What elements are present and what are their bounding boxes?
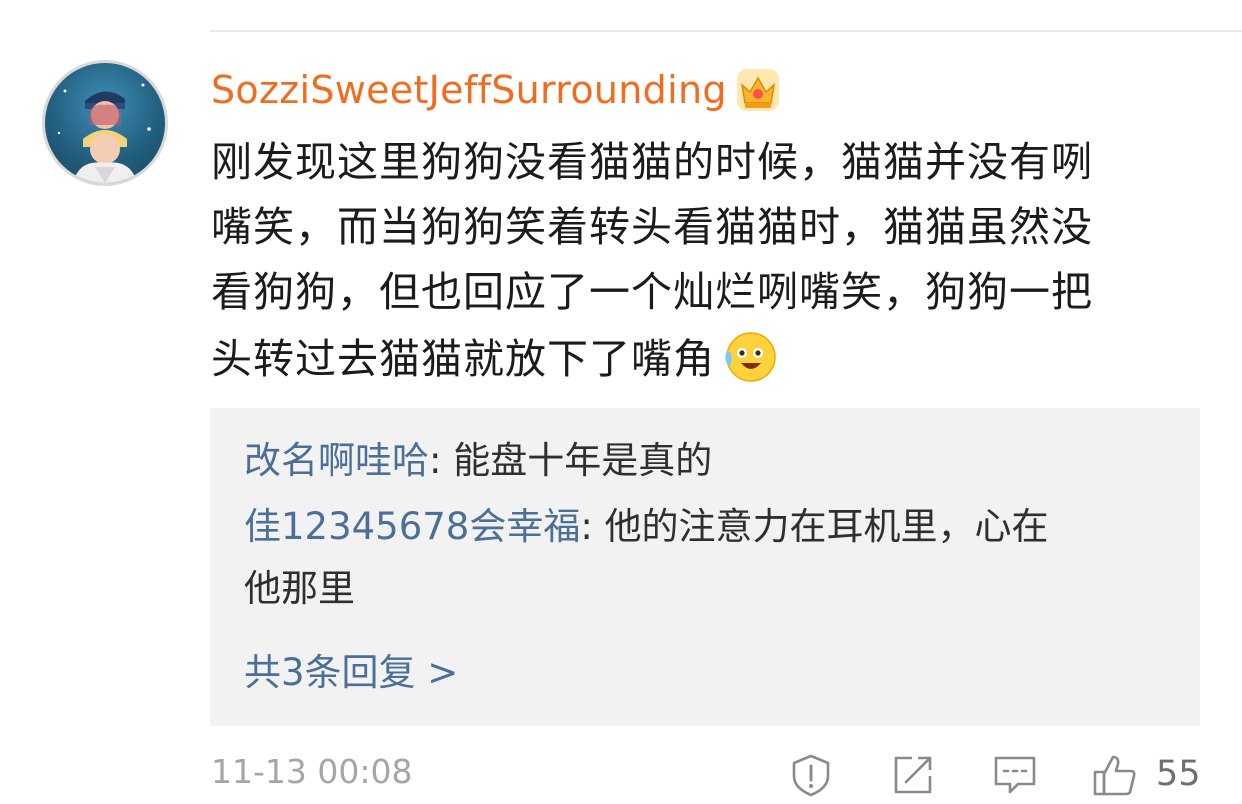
report-shield-icon[interactable] [788,752,834,798]
comment-timestamp: 11-13 00:08 [211,752,413,791]
like-count: 55 [1156,754,1201,794]
reply-line: 改名啊哇哈: 能盘十年是真的 [244,430,1174,492]
reply-line: 佳12345678会幸福: 他的注意力在耳机里，心在 [244,496,1174,558]
reply-item[interactable]: 改名啊哇哈: 能盘十年是真的 [244,430,1174,492]
top-divider [210,30,1242,32]
comment-line: 嘴笑，而当狗狗笑着转头看猫猫时，猫猫虽然没 [211,203,1093,251]
more-replies-link[interactable]: 共3条回复 > [244,642,458,696]
reply-text: 他的注意力在耳机里，心在 [604,505,1049,548]
username[interactable]: SozziSweetJeffSurrounding [211,68,727,112]
avatar[interactable] [42,60,168,186]
thumbs-up-icon[interactable] [1092,752,1138,798]
comment-line-text: 头转过去猫猫就放下了嘴角 [211,335,715,383]
reply-author[interactable]: 改名啊哇哈 [244,439,429,482]
reply-text: 能盘十年是真的 [453,439,713,482]
comment-line: 看狗狗，但也回应了一个灿烂咧嘴笑，狗狗一把 [211,268,1093,316]
reply-line: 他那里 [244,567,355,610]
reply-author[interactable]: 佳12345678会幸福 [244,505,580,548]
reply-item[interactable]: 佳12345678会幸福: 他的注意力在耳机里，心在 他那里 [244,496,1174,620]
grin-emoji-icon [725,332,776,382]
comment-text: 刚发现这里狗狗没看猫猫的时候，猫猫并没有咧 嘴笑，而当狗狗笑着转头看猫猫时，猫猫… [211,130,1191,392]
comment-line-last: 头转过去猫猫就放下了嘴角 [211,325,1191,392]
comment-line: 刚发现这里狗狗没看猫猫的时候，猫猫并没有咧 [211,138,1093,186]
avatar-illustration [57,83,151,183]
username-row: SozziSweetJeffSurrounding [211,62,781,118]
replies-box: 改名啊哇哈: 能盘十年是真的 佳12345678会幸福: 他的注意力在耳机里，心… [210,408,1200,726]
crown-badge-icon [736,69,779,111]
reply-separator: : [580,505,605,548]
share-icon[interactable] [890,752,936,798]
comment-icon[interactable] [992,752,1038,798]
reply-separator: : [429,439,454,482]
